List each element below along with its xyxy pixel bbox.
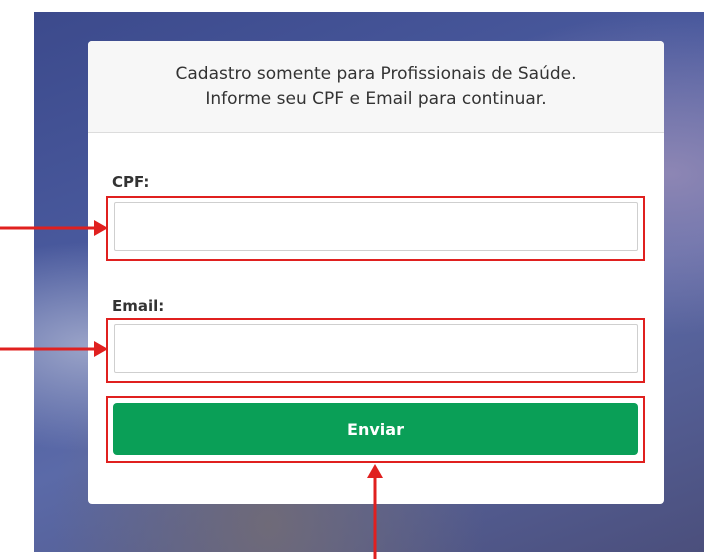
arrow-to-submit-icon: [367, 464, 383, 559]
annotation-arrows: [0, 220, 383, 559]
arrow-to-email-icon: [0, 341, 108, 357]
arrow-to-cpf-icon: [0, 220, 108, 236]
